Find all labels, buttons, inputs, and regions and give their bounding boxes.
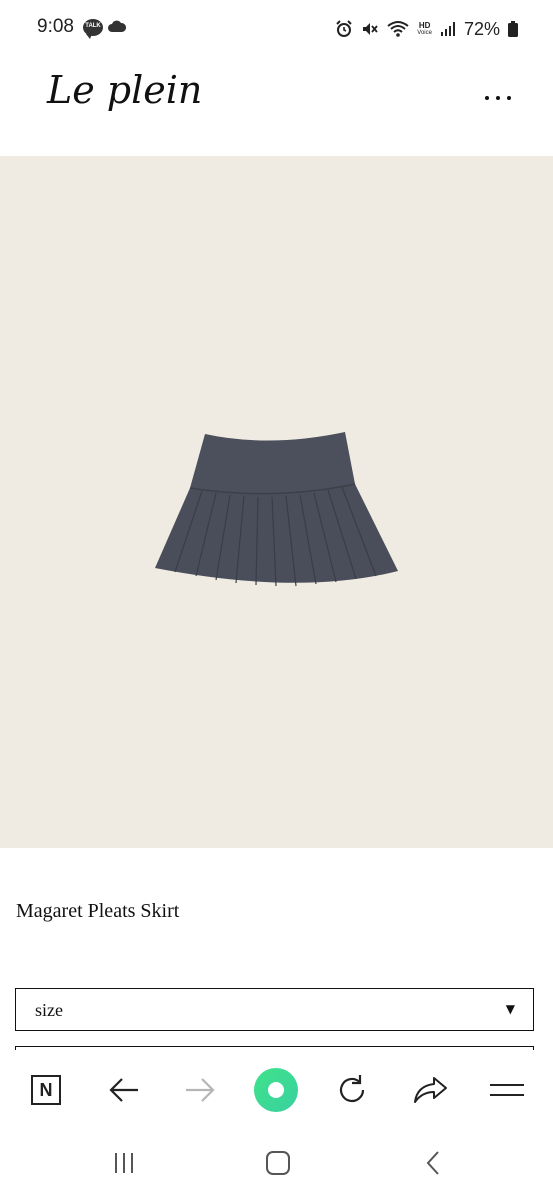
reload-icon [339,1075,365,1103]
home-icon [266,1151,290,1175]
reload-button[interactable] [330,1068,374,1112]
recent-apps-button[interactable] [104,1148,144,1178]
product-image[interactable] [0,156,553,848]
system-back-button[interactable] [413,1148,453,1178]
dot-icon [507,96,511,100]
arrow-left-icon [109,1078,138,1102]
green-dot-icon [254,1068,298,1112]
site-header: Le plein [0,58,553,156]
status-time: 9:08 [37,16,74,37]
android-nav-bar [0,1130,553,1200]
naver-home-button[interactable]: N [24,1068,68,1112]
kakaotalk-icon: TALK [83,19,103,39]
mute-icon [363,23,378,35]
browser-toolbar: N [0,1050,553,1130]
voice-label: Voice [417,29,432,36]
arrow-right-icon [186,1078,215,1102]
size-select[interactable]: size ▼ [15,988,534,1031]
dot-icon [485,96,489,100]
wifi-icon [387,21,409,37]
chevron-left-icon [426,1151,439,1175]
status-bar: 9:08 TALK HD Voice 72% [0,0,553,58]
hd-voice-indicator: HD Voice [417,20,432,37]
recent-apps-icon [115,1153,133,1173]
product-title: Magaret Pleats Skirt [16,900,180,922]
hd-label: HD [418,20,431,30]
naver-n-icon: N [31,1075,61,1105]
share-button[interactable] [408,1068,452,1112]
more-menu-button[interactable] [485,96,511,100]
size-select-label: size [35,1000,63,1020]
cloud-icon [108,20,126,32]
battery-icon [508,21,518,37]
hamburger-icon [490,1084,524,1096]
status-icons: HD Voice 72% [335,16,518,42]
share-icon [414,1077,447,1103]
green-dot-button[interactable] [254,1068,298,1112]
dot-icon [496,96,500,100]
forward-button[interactable] [178,1068,222,1112]
alarm-icon [336,20,352,37]
menu-button[interactable] [485,1068,529,1112]
skirt-illustration [155,432,398,587]
back-button[interactable] [102,1068,146,1112]
battery-percentage: 72% [463,18,500,39]
talk-badge-text: TALK [85,23,101,29]
home-button[interactable] [258,1148,298,1178]
signal-icon [440,22,455,36]
caret-down-icon: ▼ [505,1002,515,1016]
brand-logo[interactable]: Le plein [47,68,202,112]
